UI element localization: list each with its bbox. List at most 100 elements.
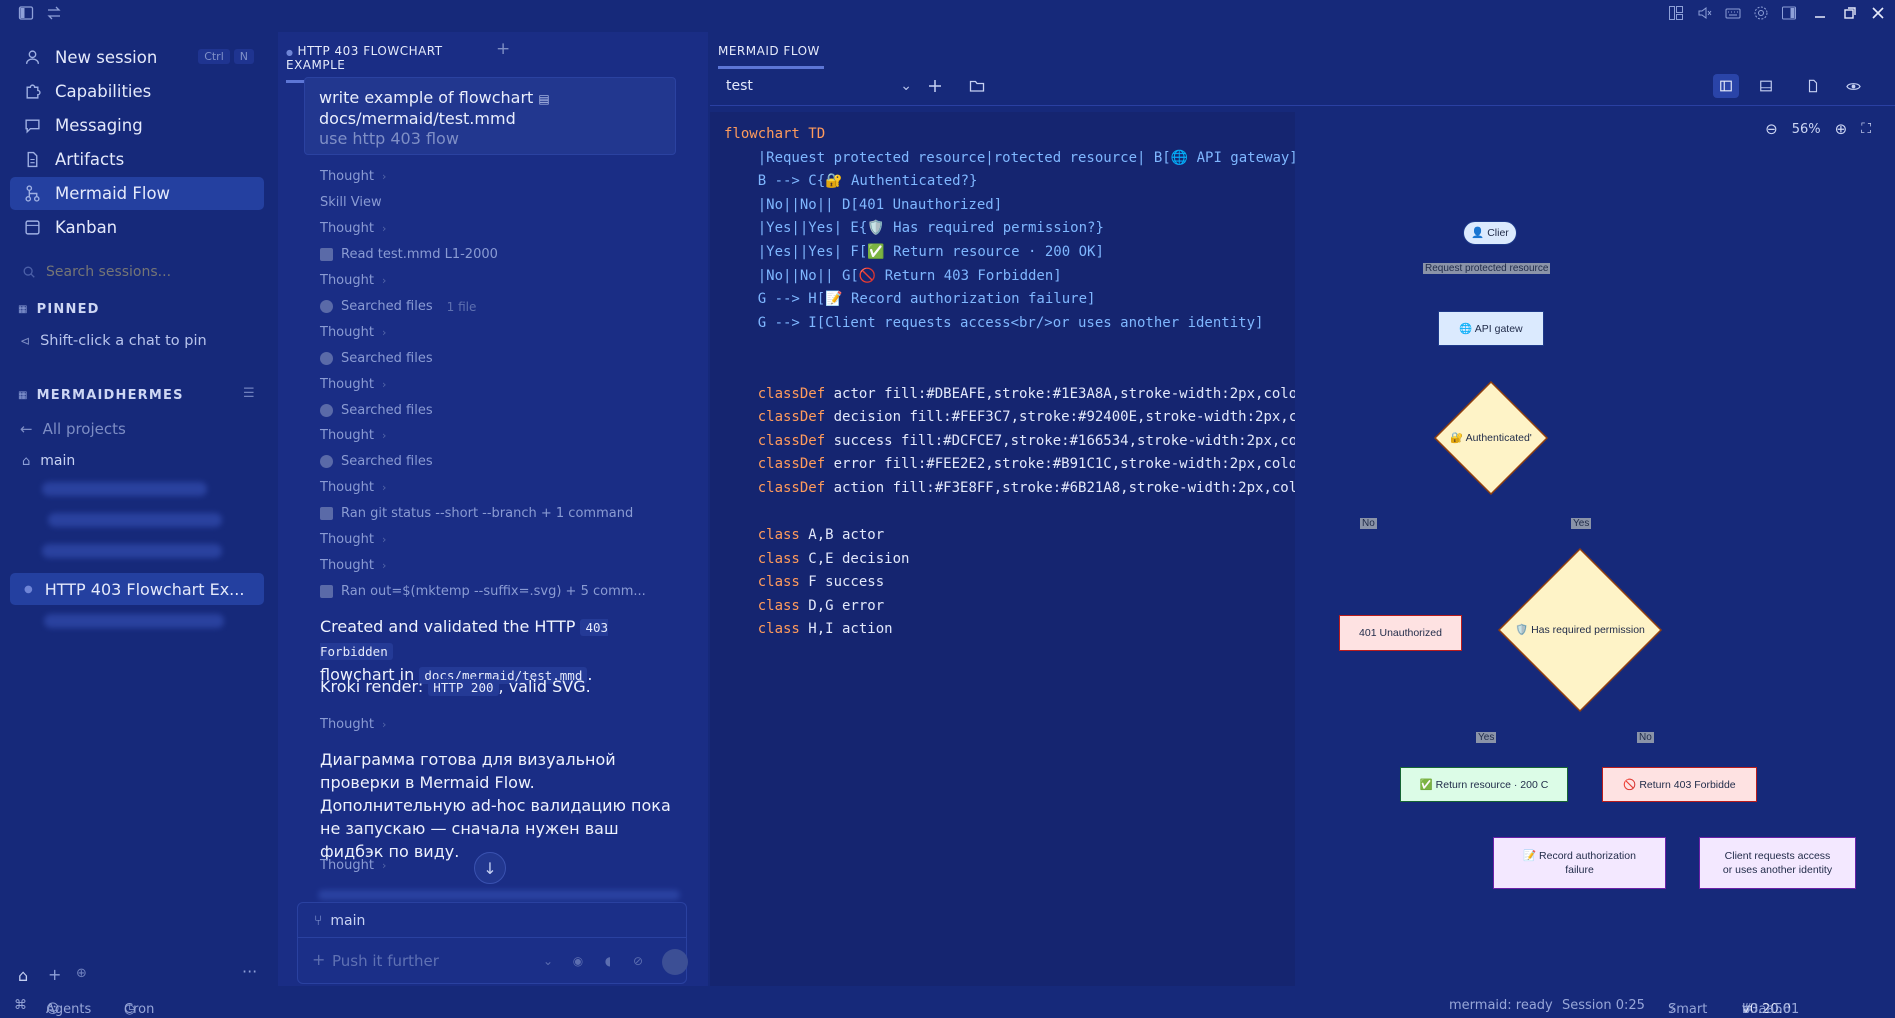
code-line: G --> I[Client requests access<br/>or us…	[724, 315, 1264, 331]
more-icon[interactable]: ···	[242, 962, 257, 981]
session-search[interactable]	[22, 264, 246, 280]
sidebar-item-label: Messaging	[55, 116, 143, 135]
thought-step[interactable]: Thought ›	[320, 717, 386, 732]
thought-step[interactable]: Thought ›	[320, 273, 386, 288]
sidebar-item-new-session[interactable]: New session Ctrl N	[10, 41, 264, 74]
home-icon[interactable]: ⌂	[18, 966, 28, 985]
split-icon	[1720, 80, 1732, 92]
read-file-step[interactable]: Read test.mmd L1-2000	[320, 247, 498, 262]
thought-step[interactable]: Thought ›	[320, 480, 386, 495]
gear-icon[interactable]	[1753, 5, 1769, 21]
search-icon	[320, 352, 333, 365]
thought-step[interactable]: Thought ›	[320, 325, 386, 340]
close-icon[interactable]	[1870, 5, 1886, 21]
plus-icon	[929, 80, 941, 92]
chevron-right-icon: ›	[381, 859, 387, 872]
searched-files-step[interactable]: Searched files	[320, 454, 433, 469]
searched-files-step[interactable]: Searched files 1 file	[320, 299, 476, 314]
diagram-preview[interactable]: ⊖ 56% ⊕ ⛶ 👤 Clier Request protected reso…	[1295, 112, 1895, 986]
node-return-403[interactable]: 🚫 Return 403 Forbidde	[1602, 767, 1757, 802]
node-client[interactable]: 👤 Clier	[1463, 221, 1517, 245]
sound-off-icon[interactable]: ◖	[600, 953, 616, 969]
chevron-right-icon: ›	[381, 170, 387, 183]
sidebar-item-messaging[interactable]: Messaging	[10, 109, 264, 142]
thought-step[interactable]: Thought ›	[320, 377, 386, 392]
status-bar: ⌘ ☺ Agents ◷ Cron mermaid: ready Session…	[14, 998, 1800, 1018]
preview-button[interactable]	[1840, 74, 1866, 98]
branch-row[interactable]: ⌂ main	[22, 453, 75, 469]
searched-files-step[interactable]: Searched files	[320, 403, 433, 418]
send-button[interactable]	[662, 949, 688, 975]
blurred-session[interactable]	[48, 513, 222, 527]
searched-files-step[interactable]: Searched files	[320, 351, 433, 366]
plus-icon[interactable]: +	[48, 965, 61, 984]
editor-only-button[interactable]	[1753, 74, 1779, 98]
node-has-permission[interactable]: 🛡️ Has required permission	[1497, 547, 1663, 713]
mute-icon[interactable]	[1697, 5, 1713, 21]
thought-step[interactable]: Thought ›	[320, 221, 386, 236]
command-icon[interactable]: ⌘	[14, 998, 27, 1013]
thought-step[interactable]: Thought ›	[320, 558, 386, 573]
list-icon[interactable]: ☰	[243, 386, 255, 401]
document-icon	[1808, 79, 1818, 93]
thought-step[interactable]: Thought ›	[320, 428, 386, 443]
export-button[interactable]	[1800, 74, 1826, 98]
composer: ⑂main + ⌄ ◉ ◖ ⊘	[297, 902, 688, 984]
search-icon	[320, 404, 333, 417]
project-section-title: ▦ MERMAIDHERMES	[18, 388, 184, 403]
thought-step[interactable]: Thought ›	[320, 532, 386, 547]
composer-branch[interactable]: ⑂ main	[314, 913, 365, 929]
chat-panel: ● HTTP 403 FLOWCHART EXAMPLE + write exam…	[278, 32, 708, 986]
node-record-failure[interactable]: 📝 Record authorization failure	[1493, 837, 1666, 889]
add-file-button[interactable]	[922, 74, 948, 98]
swap-icon[interactable]	[46, 5, 62, 21]
panel-right-icon[interactable]	[1781, 5, 1797, 21]
thought-step[interactable]: Thought ›	[320, 858, 386, 873]
blurred-session[interactable]	[44, 614, 224, 628]
code-line: |Request protected resource|rotected res…	[724, 150, 1295, 166]
run-command-step[interactable]: Ran out=$(mktemp --suffix=.svg) + 5 comm…	[320, 584, 646, 599]
new-tab-icon[interactable]: +	[496, 39, 510, 59]
node-client-requests[interactable]: Client requests access or uses another i…	[1699, 837, 1856, 889]
chevron-right-icon: ›	[381, 533, 387, 546]
maximize-icon[interactable]	[1842, 5, 1858, 21]
sidebar-item-mermaid-flow[interactable]: Mermaid Flow	[10, 177, 264, 210]
split-view-button[interactable]	[1713, 74, 1739, 98]
globe-icon[interactable]: ⊕	[76, 966, 87, 981]
search-sessions-input[interactable]	[46, 264, 246, 280]
code-editor[interactable]: flowchart TD |Request protected resource…	[710, 112, 1295, 986]
tab-mermaid-flow[interactable]: MERMAID FLOW	[718, 44, 824, 69]
node-return-200[interactable]: ✅ Return resource · 200 C	[1400, 767, 1568, 802]
session-item-active[interactable]: ● HTTP 403 Flowchart Ex...	[10, 573, 264, 605]
file-select[interactable]: test ⌄	[726, 74, 916, 98]
minimize-icon[interactable]	[1812, 5, 1828, 21]
mermaid-status: mermaid: ready	[1449, 998, 1553, 1013]
sidebar-item-capabilities[interactable]: Capabilities	[10, 75, 264, 108]
mic-icon[interactable]: ◉	[570, 953, 586, 969]
chevron-down-icon[interactable]: ⌄	[540, 953, 556, 969]
assistant-message: Kroki render: HTTP 200, valid SVG.	[320, 677, 591, 696]
all-projects-link[interactable]: ← All projects	[20, 420, 126, 438]
thought-step[interactable]: Thought ›	[320, 169, 386, 184]
sidebar-toggle-icon[interactable]	[18, 5, 34, 21]
plus-icon[interactable]: +	[312, 950, 325, 969]
puzzle-icon	[26, 84, 41, 99]
voice-off-icon[interactable]: ⊘	[630, 953, 646, 969]
keyboard-icon[interactable]	[1725, 5, 1741, 21]
blurred-session[interactable]	[42, 544, 222, 558]
sidebar-item-kanban[interactable]: Kanban	[10, 211, 264, 244]
scroll-down-button[interactable]: ↓	[474, 852, 506, 884]
skill-view-step[interactable]: Skill View	[320, 195, 382, 210]
open-folder-button[interactable]	[964, 74, 990, 98]
blurred-session[interactable]	[42, 482, 207, 496]
node-401-unauthorized[interactable]: 401 Unauthorized	[1339, 615, 1462, 651]
divider	[298, 937, 686, 938]
node-authenticated[interactable]: 🔐 Authenticated'	[1433, 380, 1549, 496]
layout-icon[interactable]	[1668, 5, 1684, 21]
sidebar-item-artifacts[interactable]: Artifacts	[10, 143, 264, 176]
message-input[interactable]	[332, 949, 532, 973]
code-line: class D,G error	[724, 598, 885, 614]
git-command-step[interactable]: Ran git status --short --branch + 1 comm…	[320, 506, 633, 521]
sidebar-item-label: Capabilities	[55, 82, 152, 101]
node-api-gateway[interactable]: 🌐 API gatew	[1438, 311, 1544, 346]
